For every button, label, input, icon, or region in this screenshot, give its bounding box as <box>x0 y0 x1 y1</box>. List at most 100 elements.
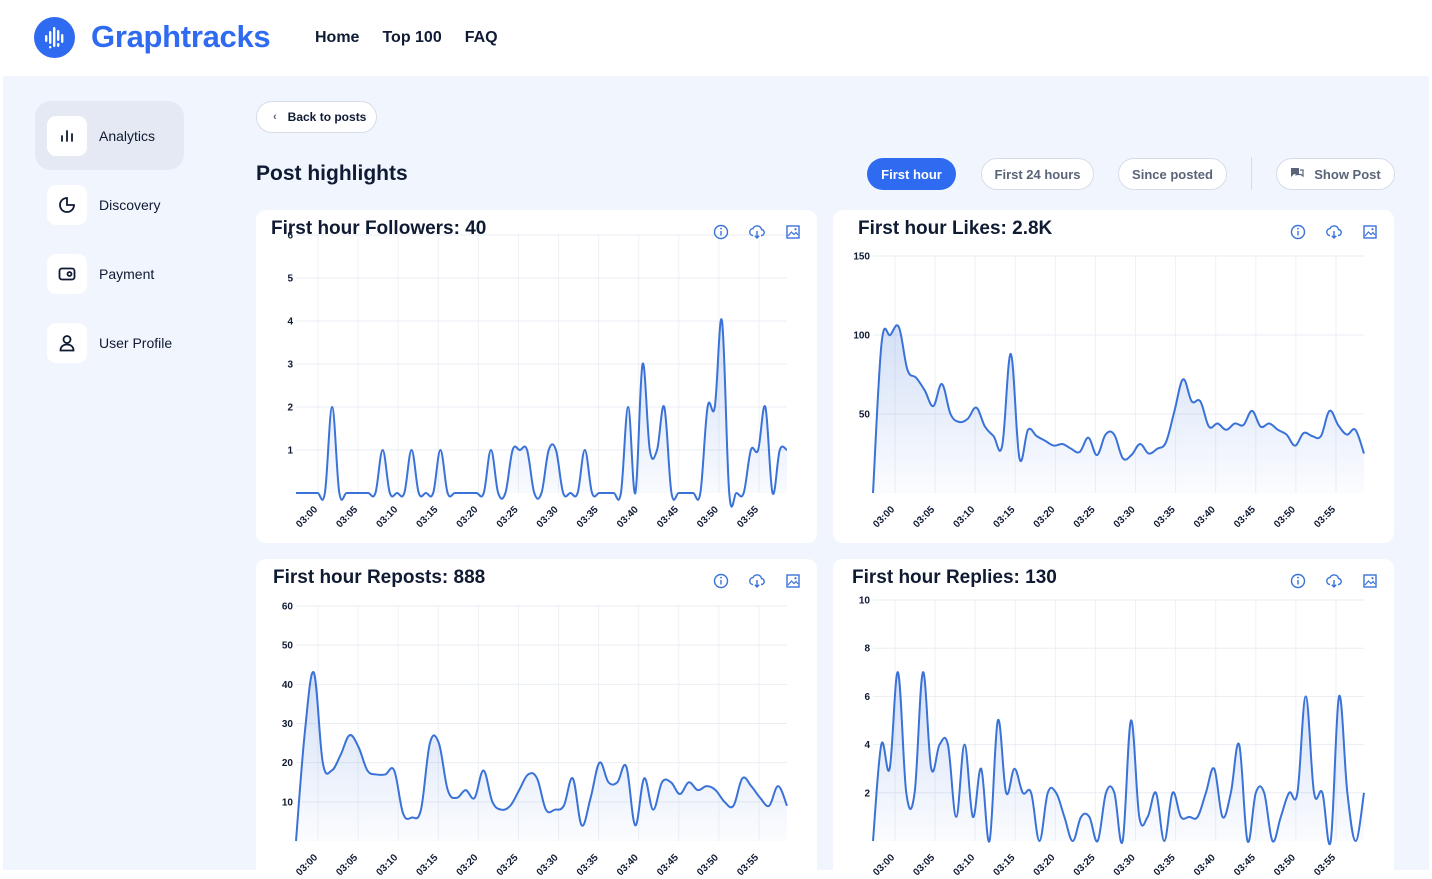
graphtracks-logo-icon[interactable] <box>34 17 75 58</box>
info-icon[interactable] <box>1289 572 1307 590</box>
y-tick-label: 1 <box>287 446 293 457</box>
info-icon[interactable] <box>1289 223 1307 241</box>
x-tick-label: 03:00 <box>871 504 897 530</box>
back-to-posts-button[interactable]: ‹ Back to posts <box>256 101 377 133</box>
chart-toolbar <box>712 223 802 241</box>
y-tick-label: 40 <box>282 680 294 691</box>
page-title: Post highlights <box>256 162 408 186</box>
x-tick-label: 03:10 <box>374 852 400 878</box>
x-tick-label: 03:55 <box>1312 504 1338 530</box>
x-tick-label: 03:35 <box>575 852 601 878</box>
reposts-chart: 10203040506003:0003:0503:1003:1503:2003:… <box>256 559 817 879</box>
series-area <box>296 319 787 507</box>
pie-chart-icon <box>47 185 87 225</box>
likes-chart: 5010015003:0003:0503:1003:1503:2003:2503… <box>833 210 1394 543</box>
x-tick-label: 03:10 <box>374 504 400 530</box>
top-bar: Graphtracks Home Top 100 FAQ <box>0 0 1432 76</box>
sidebar-item-user-profile[interactable]: User Profile <box>35 308 184 377</box>
image-export-icon[interactable] <box>784 572 802 590</box>
y-tick-label: 30 <box>282 719 294 730</box>
nav-faq[interactable]: FAQ <box>465 29 498 47</box>
download-icon[interactable] <box>1325 223 1343 241</box>
show-post-button[interactable]: Show Post <box>1276 158 1395 190</box>
x-tick-label: 03:45 <box>655 852 681 878</box>
sidebar-item-label: Analytics <box>99 128 155 144</box>
chart-card-likes: 5010015003:0003:0503:1003:1503:2003:2503… <box>833 210 1394 543</box>
y-tick-label: 3 <box>287 360 293 371</box>
info-icon[interactable] <box>712 223 730 241</box>
sidebar-item-label: User Profile <box>99 335 172 351</box>
brand-name[interactable]: Graphtracks <box>91 19 270 55</box>
image-export-icon[interactable] <box>1361 223 1379 241</box>
y-tick-label: 5 <box>287 274 293 285</box>
x-tick-label: 03:55 <box>1312 852 1338 878</box>
replies-chart: 24681003:0003:0503:1003:1503:2003:2503:3… <box>833 559 1394 879</box>
sidebar-item-analytics[interactable]: Analytics <box>35 101 184 170</box>
x-tick-label: 03:15 <box>415 852 441 878</box>
divider <box>1251 157 1252 190</box>
x-tick-label: 03:15 <box>992 504 1018 530</box>
chart-title: First hour Reposts: 888 <box>273 567 485 589</box>
x-tick-label: 03:00 <box>294 504 320 530</box>
x-tick-label: 03:00 <box>871 852 897 878</box>
tab-since-posted[interactable]: Since posted <box>1118 158 1227 190</box>
x-tick-label: 03:20 <box>1032 504 1058 530</box>
info-icon[interactable] <box>712 572 730 590</box>
x-tick-label: 03:30 <box>1112 852 1138 878</box>
x-tick-label: 03:40 <box>1192 504 1218 530</box>
x-tick-label: 03:50 <box>1272 852 1298 878</box>
x-tick-label: 03:40 <box>1192 852 1218 878</box>
x-tick-label: 03:20 <box>455 852 481 878</box>
sidebar-item-payment[interactable]: Payment <box>35 239 184 308</box>
x-tick-label: 03:10 <box>951 504 977 530</box>
chart-title: First hour Followers: 40 <box>271 218 486 240</box>
x-tick-label: 03:05 <box>911 852 937 878</box>
x-tick-label: 03:25 <box>495 852 521 878</box>
user-icon <box>47 323 87 363</box>
x-tick-label: 03:30 <box>535 504 561 530</box>
y-tick-label: 50 <box>282 641 294 652</box>
download-icon[interactable] <box>748 572 766 590</box>
tab-first-hour[interactable]: First hour <box>867 158 956 190</box>
chevron-left-icon: ‹ <box>273 111 277 123</box>
x-tick-label: 03:40 <box>615 504 641 530</box>
x-tick-label: 03:15 <box>992 852 1018 878</box>
y-tick-label: 100 <box>853 331 870 342</box>
y-tick-label: 20 <box>282 758 294 769</box>
series-area <box>296 672 787 841</box>
x-tick-label: 03:40 <box>615 852 641 878</box>
y-tick-label: 150 <box>853 252 870 263</box>
chart-title: First hour Replies: 130 <box>852 567 1057 589</box>
series-area <box>873 325 1364 493</box>
chart-card-followers: 12345603:0003:0503:1003:1503:2003:2503:3… <box>256 210 817 543</box>
x-tick-label: 03:50 <box>1272 504 1298 530</box>
x-tick-label: 03:00 <box>294 852 320 878</box>
chart-toolbar <box>712 572 802 590</box>
x-tick-label: 03:05 <box>334 504 360 530</box>
x-tick-label: 03:25 <box>495 504 521 530</box>
chart-title: First hour Likes: 2.8K <box>858 218 1052 240</box>
x-tick-label: 03:30 <box>1112 504 1138 530</box>
x-tick-label: 03:25 <box>1072 504 1098 530</box>
download-icon[interactable] <box>1325 572 1343 590</box>
sidebar-item-discovery[interactable]: Discovery <box>35 170 184 239</box>
y-tick-label: 4 <box>864 740 870 751</box>
wallet-icon <box>47 254 87 294</box>
y-tick-label: 4 <box>287 317 293 328</box>
nav-top-100[interactable]: Top 100 <box>382 29 441 47</box>
image-export-icon[interactable] <box>784 223 802 241</box>
tab-first-24-hours[interactable]: First 24 hours <box>981 158 1094 190</box>
chart-card-replies: 24681003:0003:0503:1003:1503:2003:2503:3… <box>833 559 1394 879</box>
nav-home[interactable]: Home <box>315 29 359 47</box>
sidebar-item-label: Discovery <box>99 197 160 213</box>
download-icon[interactable] <box>748 223 766 241</box>
x-tick-label: 03:15 <box>415 504 441 530</box>
image-export-icon[interactable] <box>1361 572 1379 590</box>
x-tick-label: 03:45 <box>1232 504 1258 530</box>
x-tick-label: 03:55 <box>735 852 761 878</box>
x-tick-label: 03:20 <box>1032 852 1058 878</box>
sidebar-item-label: Payment <box>99 266 154 282</box>
x-tick-label: 03:55 <box>735 504 761 530</box>
back-button-label: Back to posts <box>288 110 367 124</box>
y-tick-label: 6 <box>864 692 870 703</box>
